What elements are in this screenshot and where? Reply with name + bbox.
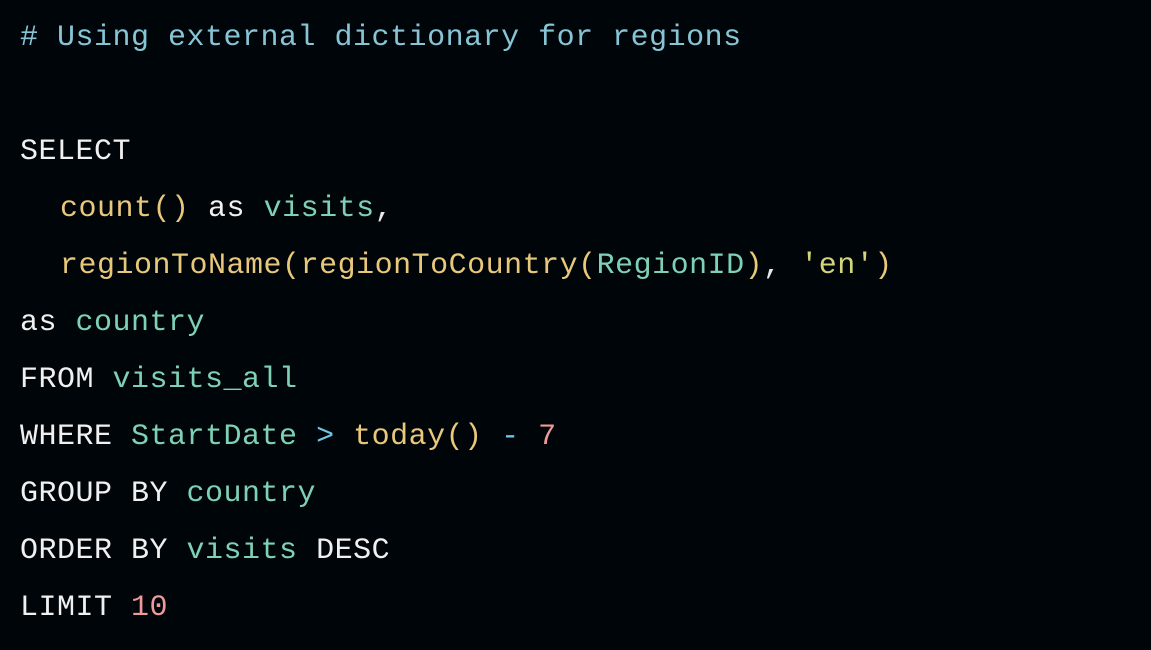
paren-open: (: [578, 249, 597, 283]
keyword-orderby: ORDER BY: [20, 534, 187, 568]
keyword-as: as: [20, 306, 76, 340]
paren-close: ): [745, 249, 764, 283]
code-line-as-country: as country: [20, 295, 1131, 352]
comma: ,: [763, 249, 800, 283]
identifier-country: country: [76, 306, 206, 340]
code-line-limit: LIMIT 10: [20, 580, 1131, 637]
keyword-where: WHERE: [20, 420, 131, 454]
operator-minus: -: [483, 420, 539, 454]
code-line-from: FROM visits_all: [20, 352, 1131, 409]
keyword-from: FROM: [20, 363, 113, 397]
blank-line: [20, 67, 1131, 124]
comment-text: # Using external dictionary for regions: [20, 21, 742, 55]
string-en: 'en': [800, 249, 874, 283]
function-count: count: [60, 192, 153, 226]
identifier-country: country: [187, 477, 317, 511]
identifier-startdate: StartDate: [131, 420, 298, 454]
paren-close: ): [874, 249, 893, 283]
keyword-as: as: [190, 192, 264, 226]
paren-open: (: [446, 420, 465, 454]
code-line-comment: # Using external dictionary for regions: [20, 10, 1131, 67]
number-ten: 10: [131, 591, 168, 625]
paren-close: ): [171, 192, 190, 226]
code-line-count: count() as visits,: [20, 181, 1131, 238]
identifier-visits: visits: [187, 534, 298, 568]
paren-open: (: [153, 192, 172, 226]
comma: ,: [375, 192, 394, 226]
number-seven: 7: [538, 420, 557, 454]
keyword-limit: LIMIT: [20, 591, 131, 625]
code-line-select: SELECT: [20, 124, 1131, 181]
function-today: today: [353, 420, 446, 454]
keyword-desc: DESC: [298, 534, 391, 568]
keyword-groupby: GROUP BY: [20, 477, 187, 511]
keyword-select: SELECT: [20, 135, 131, 169]
function-regiontocountry: regionToCountry: [301, 249, 579, 283]
code-line-region: regionToName(regionToCountry(RegionID), …: [20, 238, 1131, 295]
code-line-orderby: ORDER BY visits DESC: [20, 523, 1131, 580]
function-regiontoname: regionToName: [60, 249, 282, 283]
code-editor[interactable]: # Using external dictionary for regions …: [20, 10, 1131, 637]
paren-close: ): [464, 420, 483, 454]
identifier-visits: visits: [264, 192, 375, 226]
identifier-visitsall: visits_all: [113, 363, 298, 397]
paren-open: (: [282, 249, 301, 283]
code-line-where: WHERE StartDate > today() - 7: [20, 409, 1131, 466]
operator-gt: >: [298, 420, 354, 454]
code-line-groupby: GROUP BY country: [20, 466, 1131, 523]
identifier-regionid: RegionID: [597, 249, 745, 283]
